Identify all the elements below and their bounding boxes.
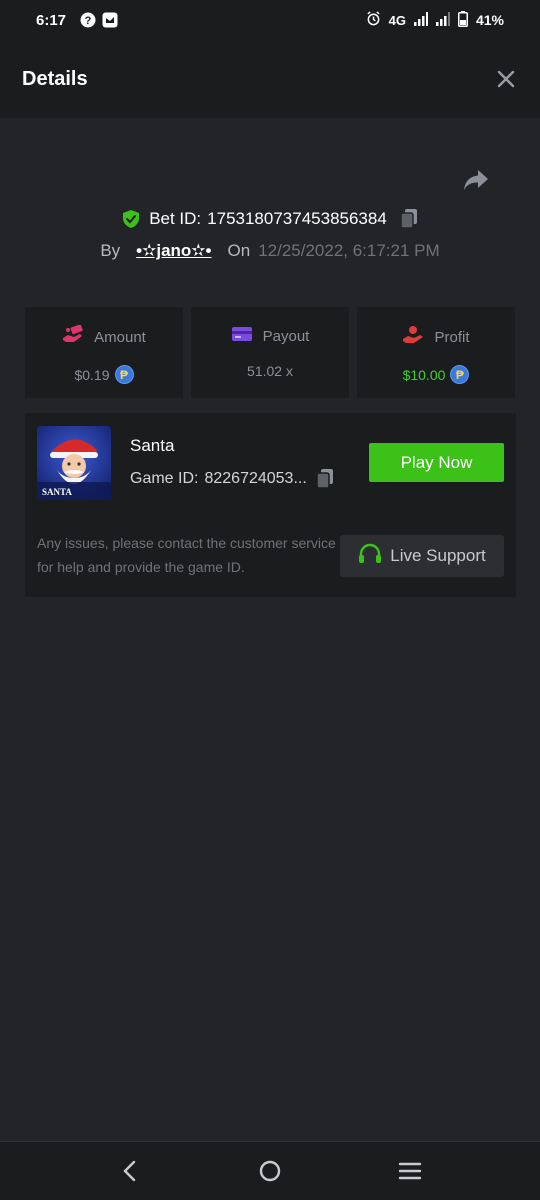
signal-icon	[435, 11, 450, 29]
live-support-button[interactable]: Live Support	[340, 535, 504, 577]
bet-id-label: Bet ID:	[149, 209, 202, 228]
username-link[interactable]: •✫jano✫•	[136, 241, 211, 261]
game-id-value: 8226724053...	[204, 470, 307, 487]
card-icon	[231, 325, 253, 347]
profit-value: $10.00	[402, 366, 446, 383]
headset-icon	[358, 543, 382, 570]
signal-icon	[413, 11, 428, 29]
battery-percent: 41%	[475, 12, 504, 28]
bet-id-row: Bet ID: 1753180737453856384	[0, 205, 540, 233]
share-icon[interactable]	[462, 168, 492, 196]
details-header: Details	[0, 40, 540, 118]
support-note: Any issues, please contact the customer …	[37, 535, 336, 575]
amount-card: Amount $0.19 ₱	[25, 307, 183, 398]
help-icon: ?	[80, 12, 96, 28]
alarm-icon	[366, 11, 381, 29]
game-id-label: Game ID:	[130, 470, 199, 487]
profit-hand-icon	[402, 325, 424, 349]
live-support-label: Live Support	[390, 546, 486, 565]
game-card: SANTA Santa Game ID: 8226724053... Play …	[25, 413, 516, 597]
game-thumb-label: SANTA	[42, 487, 72, 497]
bet-id-value: 1753180737453856384	[207, 209, 387, 228]
bet-meta-row: By •✫jano✫• On 12/25/2022, 6:17:21 PM	[0, 238, 540, 264]
game-thumbnail[interactable]: SANTA	[37, 426, 111, 500]
coin-icon: ₱	[450, 365, 470, 384]
game-name: Santa	[130, 436, 175, 455]
by-label: By	[100, 241, 121, 260]
battery-icon	[457, 10, 468, 30]
payout-value: 51.02 x	[247, 363, 293, 379]
close-icon[interactable]	[494, 67, 518, 91]
amount-value: $0.19	[74, 366, 110, 383]
copy-icon[interactable]	[399, 208, 419, 230]
money-hand-icon	[62, 324, 84, 349]
profit-card: Profit $10.00 ₱	[357, 307, 515, 398]
shield-check-icon	[121, 209, 141, 229]
coin-icon: ₱	[114, 365, 134, 384]
svg-text:?: ?	[85, 15, 92, 27]
payout-card: Payout 51.02 x	[191, 307, 349, 398]
payout-label: Payout	[262, 327, 310, 345]
page-title: Details	[22, 67, 88, 90]
home-icon[interactable]	[240, 1151, 300, 1191]
copy-icon[interactable]	[315, 468, 335, 490]
system-nav-bar	[0, 1141, 540, 1200]
amount-label: Amount	[94, 328, 146, 346]
status-bar: 6:17 ? 4G 41%	[0, 0, 540, 40]
on-label: On	[227, 241, 251, 260]
bet-date: 12/25/2022, 6:17:21 PM	[258, 241, 440, 260]
play-now-button[interactable]: Play Now	[369, 443, 504, 482]
profit-label: Profit	[434, 328, 470, 346]
status-time: 6:17	[36, 11, 67, 29]
game-id-row: Game ID: 8226724053...	[130, 468, 335, 490]
menu-icon[interactable]	[380, 1151, 440, 1191]
back-icon[interactable]	[100, 1151, 160, 1191]
network-type: 4G	[388, 12, 406, 28]
app-icon	[102, 12, 118, 28]
